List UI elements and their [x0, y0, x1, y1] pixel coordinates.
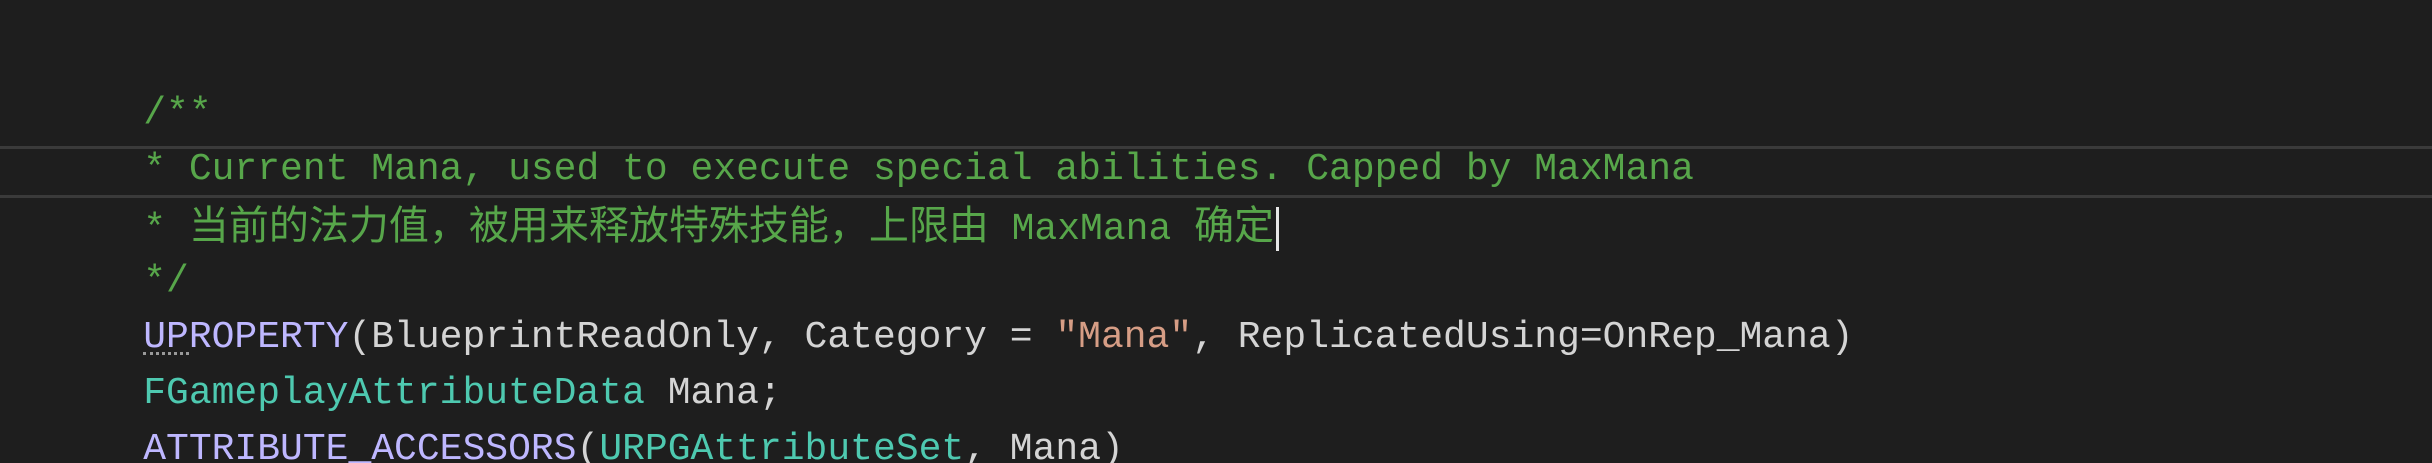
code-line-5[interactable]: UPROPERTY(BlueprintReadOnly, Category = … [52, 254, 1853, 359]
code-line-2[interactable]: * Current Mana, used to execute special … [52, 86, 1694, 191]
uproperty-args-end: , ReplicatedUsing=OnRep_Mana) [1192, 316, 1854, 359]
category-string: "Mana" [1055, 316, 1193, 359]
attribute-set-type[interactable]: URPGAttributeSet [599, 428, 964, 463]
attribute-accessors-macro[interactable]: ATTRIBUTE_ACCESSORS [143, 428, 576, 463]
code-line-7[interactable]: ATTRIBUTE_ACCESSORS(URPGAttributeSet, Ma… [52, 366, 1124, 463]
doc-comment-chinese-part2: 确定 [1194, 203, 1275, 249]
code-line-3[interactable]: * 当前的法力值，被用来释放特殊技能，上限由 MaxMana 确定 [52, 142, 1280, 251]
doc-comment-chinese-part1: 当前的法力值，被用来释放特殊技能，上限由 [188, 203, 989, 249]
code-line-1[interactable]: /** [52, 30, 211, 135]
code-editor[interactable]: /** * Current Mana, used to execute spec… [0, 0, 2432, 463]
accessors-args-end: , Mana) [964, 428, 1124, 463]
code-line-6[interactable]: FGameplayAttributeData Mana; [52, 310, 782, 415]
text-cursor [1276, 206, 1280, 251]
accessors-open-paren: ( [576, 428, 600, 463]
doc-comment-maxmana: MaxMana [988, 208, 1195, 251]
code-line-4[interactable]: */ [52, 198, 189, 303]
